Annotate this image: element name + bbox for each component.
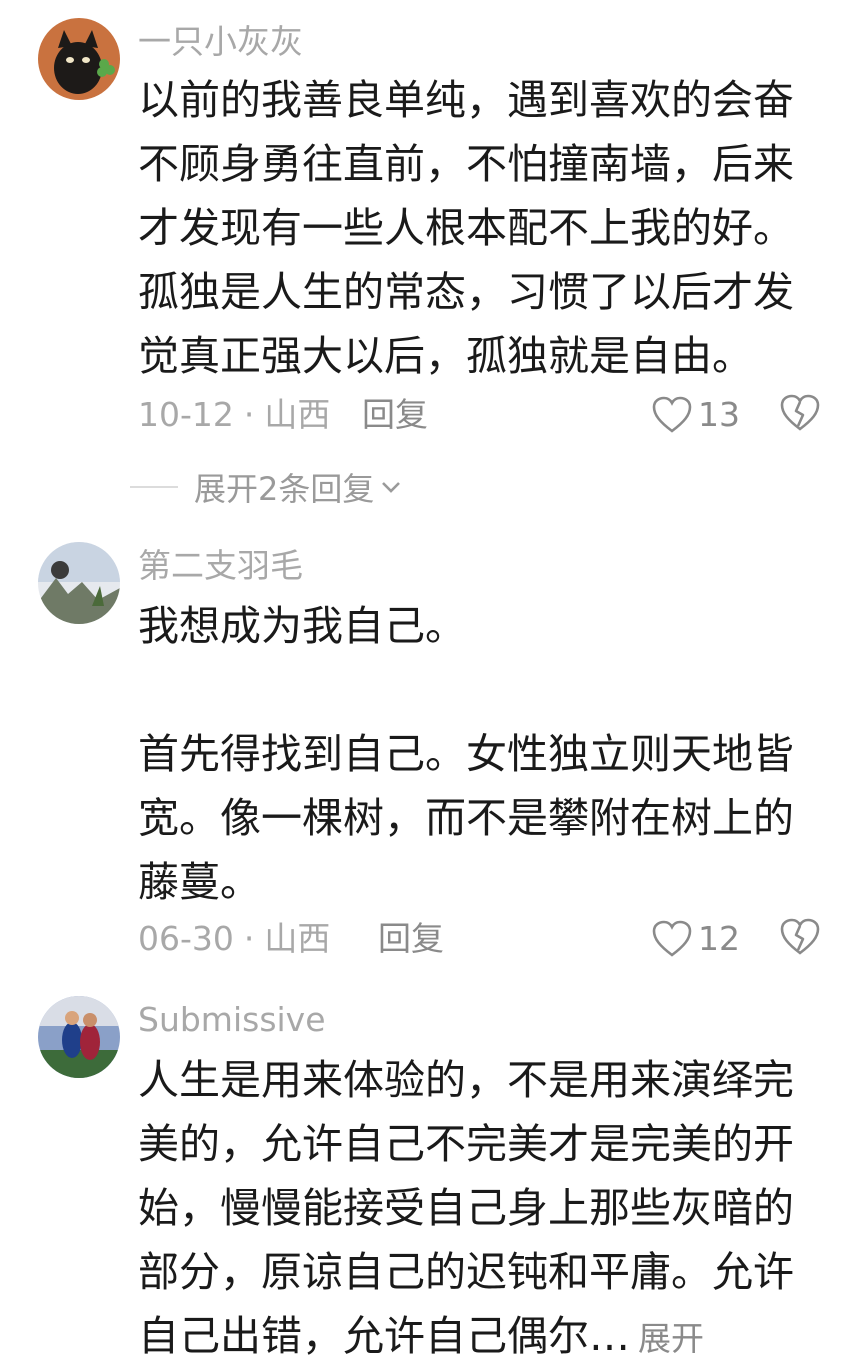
dislike-button[interactable] xyxy=(780,918,820,958)
avatar[interactable] xyxy=(38,542,120,624)
reply-button[interactable]: 回复 xyxy=(378,914,444,964)
comment-text: 我想成为我自己。 首先得找到自己。女性独立则天地皆宽。像一棵树，而不是攀附在树上… xyxy=(138,594,828,914)
broken-heart-icon xyxy=(780,918,820,955)
expand-replies-button[interactable]: 展开2条回复 xyxy=(130,464,402,510)
sports-photo-avatar-icon xyxy=(38,996,120,1078)
comment-paragraph-text: 人生是用来体验的，不是用来演绎完美的，允许自己不完美才是完美的开始，慢慢能接受自… xyxy=(138,1056,794,1360)
like-button[interactable]: 13 xyxy=(652,390,740,440)
broken-heart-icon xyxy=(780,394,820,431)
username[interactable]: Submissive xyxy=(138,1000,326,1040)
comment-region: 山西 xyxy=(264,919,331,958)
like-count: 12 xyxy=(698,919,740,958)
reply-button[interactable]: 回复 xyxy=(362,390,428,440)
heart-icon xyxy=(652,920,692,957)
avatar[interactable] xyxy=(38,996,120,1078)
username[interactable]: 一只小灰灰 xyxy=(138,22,303,62)
dislike-button[interactable] xyxy=(780,394,820,434)
like-count: 13 xyxy=(698,395,740,434)
comment-meta: 10-12 · 山西 回复 13 xyxy=(138,390,838,440)
comment-text: 以前的我善良单纯，遇到喜欢的会奋不顾身勇往直前，不怕撞南墙，后来才发现有一些人根… xyxy=(138,68,828,388)
separator-dot: · xyxy=(243,919,255,958)
black-cat-avatar-icon xyxy=(38,18,120,100)
username[interactable]: 第二支羽毛 xyxy=(138,546,303,586)
like-button[interactable]: 12 xyxy=(652,914,740,964)
expand-text-link[interactable]: 展开 xyxy=(638,1319,704,1358)
comment-date: 10-12 xyxy=(138,395,234,434)
comment-paragraph: 以前的我善良单纯，遇到喜欢的会奋不顾身勇往直前，不怕撞南墙，后来才发现有一些人根… xyxy=(138,76,794,380)
comment-meta: 06-30 · 山西 回复 12 xyxy=(138,914,838,964)
heart-icon xyxy=(652,396,692,433)
comment-paragraph: 我想成为我自己。 xyxy=(138,602,466,650)
comment-region: 山西 xyxy=(264,395,331,434)
comment-text: 人生是用来体验的，不是用来演绎完美的，允许自己不完美才是完美的开始，慢慢能接受自… xyxy=(138,1048,828,1371)
avatar[interactable] xyxy=(38,18,120,100)
divider xyxy=(130,486,178,488)
landscape-avatar-icon xyxy=(38,542,120,624)
comment-paragraph: 人生是用来体验的，不是用来演绎完美的，允许自己不完美才是完美的开始，慢慢能接受自… xyxy=(138,1048,828,1371)
separator-dot: · xyxy=(243,395,255,434)
comment-paragraph: 首先得找到自己。女性独立则天地皆宽。像一棵树，而不是攀附在树上的藤蔓。 xyxy=(138,730,794,906)
comment-date: 06-30 xyxy=(138,919,234,958)
chevron-down-icon xyxy=(382,482,401,493)
expand-replies-label: 展开2条回复 xyxy=(194,470,375,508)
